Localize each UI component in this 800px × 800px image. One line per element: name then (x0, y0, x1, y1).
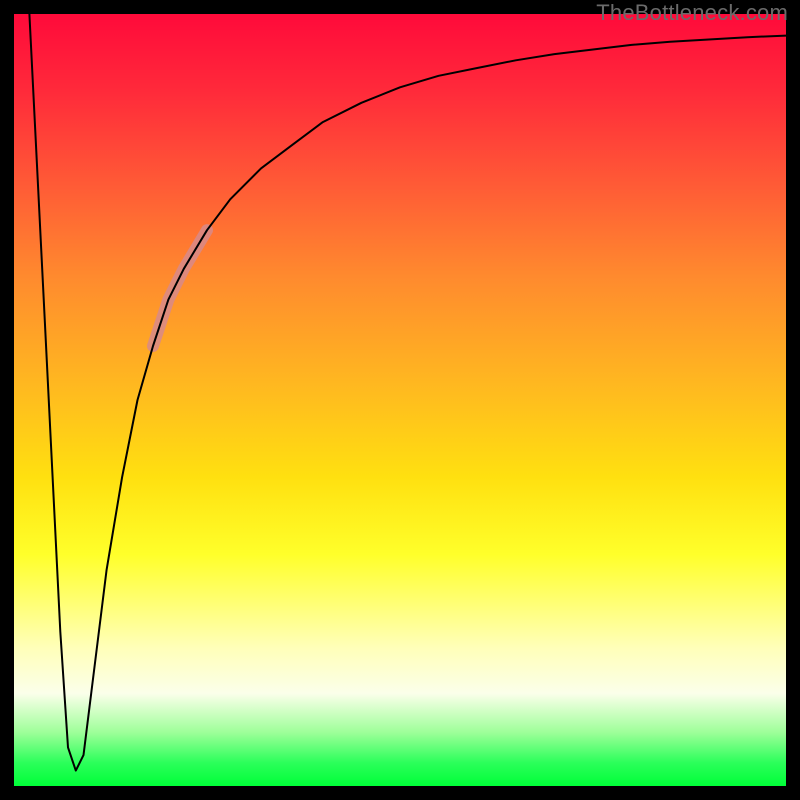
bottleneck-curve (29, 14, 786, 771)
curve-layer (14, 14, 786, 786)
highlight-segment (153, 230, 207, 346)
chart-frame: TheBottleneck.com (0, 0, 800, 800)
plot-area (14, 14, 786, 786)
